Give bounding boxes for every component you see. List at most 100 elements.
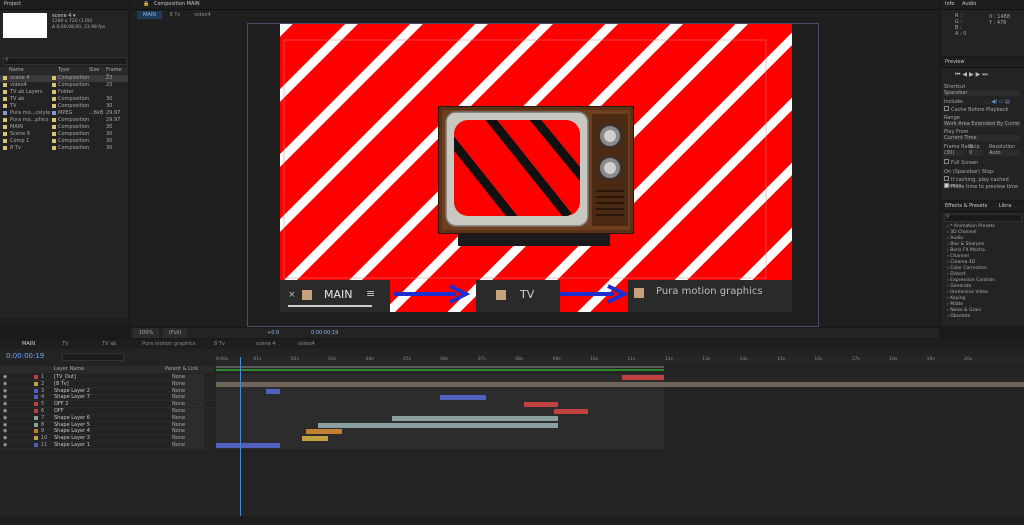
menu-icon[interactable]: ≡ xyxy=(366,287,375,300)
current-time-indicator[interactable] xyxy=(240,357,241,522)
project-item[interactable]: Comp 1 Composition 30 xyxy=(0,138,128,145)
layer-duration-bar[interactable] xyxy=(524,402,558,408)
layer-duration-bar[interactable] xyxy=(318,422,558,428)
effects-category[interactable]: › Immersive Video xyxy=(947,290,988,295)
layer-duration-bar[interactable] xyxy=(302,436,328,442)
layer-name[interactable]: [TV_Out] xyxy=(54,374,76,380)
layer-parent-dropdown[interactable]: None xyxy=(172,442,204,448)
exposure-value[interactable]: +0.0 xyxy=(267,328,279,338)
layer-parent-dropdown[interactable]: None xyxy=(172,401,204,408)
resolution-dropdown-preview[interactable]: Auto xyxy=(989,150,1020,156)
effects-category[interactable]: › Boris FX Mocha xyxy=(947,248,985,253)
eye-icon[interactable]: ◉ xyxy=(3,394,7,400)
timeline-timecode[interactable]: 0:00:00:19 xyxy=(6,352,44,360)
eye-icon[interactable]: ◉ xyxy=(3,408,7,414)
comp-tab-main[interactable]: MAIN xyxy=(137,11,162,19)
layer-parent-dropdown[interactable]: None xyxy=(172,387,204,394)
layer-duration-bar[interactable] xyxy=(306,429,342,435)
project-search[interactable]: ⚲ xyxy=(3,57,127,65)
nav-item-main[interactable]: × MAIN ≡ xyxy=(280,280,390,312)
tab-info[interactable]: Info xyxy=(945,1,954,7)
col-type[interactable]: Type xyxy=(58,67,69,74)
eye-icon[interactable]: ◉ xyxy=(3,415,7,421)
col-layer-name[interactable]: Layer Name xyxy=(54,366,84,373)
layer-duration-bar[interactable] xyxy=(440,395,486,401)
label-color[interactable] xyxy=(34,388,38,393)
effects-category[interactable]: › Expression Controls xyxy=(947,278,995,283)
layer-duration-bar[interactable] xyxy=(622,375,664,380)
project-item[interactable]: TV ab Layers Folder xyxy=(0,89,128,96)
label-color[interactable] xyxy=(34,375,38,379)
nav-item-pura[interactable]: Pura motion graphics xyxy=(628,280,792,312)
layer-name[interactable]: Shape Layer 6 xyxy=(54,415,90,421)
fullscreen-checkbox[interactable]: Full Screen xyxy=(944,159,978,166)
layer-parent-dropdown[interactable]: None xyxy=(172,435,204,442)
project-item[interactable]: Pura mo...cstyle MPEG ...6kB 29.97 xyxy=(0,110,128,117)
effects-category[interactable]: › 3D Channel xyxy=(947,230,976,235)
play-icon[interactable]: ▶ xyxy=(969,71,976,78)
layer-duration-bar[interactable] xyxy=(554,409,588,414)
viewer-timecode[interactable]: 0;00;00;19 xyxy=(311,328,338,338)
effects-category[interactable]: › * Animation Presets xyxy=(947,224,995,229)
tab-audio[interactable]: Audio xyxy=(962,1,976,7)
range-dropdown[interactable]: Work Area Extended By Current... xyxy=(944,121,1020,127)
layer-name[interactable]: Shape Layer 1 xyxy=(54,442,90,448)
col-name[interactable]: Name xyxy=(9,67,24,74)
frame-rate-dropdown[interactable]: (30) xyxy=(944,150,964,156)
layer-parent-dropdown[interactable]: None xyxy=(172,374,204,380)
label-color[interactable] xyxy=(34,443,38,447)
tab-libraries[interactable]: Libra xyxy=(999,203,1011,209)
eye-icon[interactable]: ◉ xyxy=(3,422,7,428)
effects-category[interactable]: › Obsolete xyxy=(947,314,970,319)
shortcut-dropdown[interactable]: Spacebar xyxy=(944,90,1020,96)
zoom-dropdown[interactable]: 100% xyxy=(133,328,160,338)
effects-category[interactable]: › Distort xyxy=(947,272,965,277)
skip-field[interactable]: 0 xyxy=(969,150,983,156)
resolution-dropdown[interactable]: (Full) xyxy=(163,328,188,338)
effects-category[interactable]: › Cinema 4D xyxy=(947,260,975,265)
project-item[interactable]: video4 Composition 23 xyxy=(0,82,128,89)
project-item[interactable]: 8 Tv Composition 30 xyxy=(0,145,128,152)
layer-duration-bar[interactable] xyxy=(266,388,280,394)
effects-category[interactable]: › Color Correction xyxy=(947,266,987,271)
include-icons[interactable]: ⬚ ◀) ▭ ▤ xyxy=(985,99,1010,105)
layer-name[interactable]: Shape Layer 7 xyxy=(54,394,90,400)
work-area-bar[interactable] xyxy=(216,366,664,368)
timeline-tab[interactable]: TV ab xyxy=(96,340,122,349)
effects-category[interactable]: › Keying xyxy=(947,296,965,301)
layer-duration-bar[interactable] xyxy=(216,443,280,448)
timeline-tab[interactable]: 8 Tv xyxy=(208,340,231,349)
label-color[interactable] xyxy=(34,409,38,413)
timeline-tab[interactable]: TV xyxy=(56,340,74,349)
project-item[interactable]: Pura mo...phics Composition 29.97 xyxy=(0,117,128,124)
move-time-checkbox[interactable]: Move time to preview time xyxy=(944,183,1018,190)
eye-icon[interactable]: ◉ xyxy=(3,442,7,448)
col-size[interactable]: Size xyxy=(89,67,99,74)
layer-duration-bar[interactable] xyxy=(392,415,558,421)
effects-category[interactable]: › Noise & Grain xyxy=(947,308,981,313)
layer-parent-dropdown[interactable]: None xyxy=(172,380,204,387)
project-item[interactable]: TV Composition 30 xyxy=(0,103,128,110)
layer-name[interactable]: OFF xyxy=(54,408,64,414)
eye-icon[interactable]: ◉ xyxy=(3,428,7,434)
timeline-search[interactable] xyxy=(62,353,124,361)
label-color[interactable] xyxy=(34,436,38,441)
cache-checkbox[interactable]: Cache Before Playback xyxy=(944,106,1008,113)
layer-parent-dropdown[interactable]: None xyxy=(172,428,204,435)
eye-icon[interactable]: ◉ xyxy=(3,381,7,387)
eye-icon[interactable]: ◉ xyxy=(3,388,7,394)
tab-effects[interactable]: Effects & Presets xyxy=(945,203,987,209)
layer-name[interactable]: Shape Layer 2 xyxy=(54,388,90,394)
timeline-tab[interactable]: MAIN xyxy=(16,340,41,349)
layer-name[interactable]: [8 Tv] xyxy=(54,381,69,387)
label-color[interactable] xyxy=(34,381,38,386)
effects-category[interactable]: › Audio xyxy=(947,236,963,241)
layer-name[interactable]: Shape Layer 5 xyxy=(54,422,90,428)
label-color[interactable] xyxy=(34,395,38,400)
project-item[interactable]: Scene 6 Composition 30 xyxy=(0,131,128,138)
layer-name[interactable]: Shape Layer 3 xyxy=(54,435,90,441)
project-item[interactable]: MAIN Composition 30 xyxy=(0,124,128,131)
nav-item-tv[interactable]: TV xyxy=(476,280,560,312)
eye-icon[interactable]: ◉ xyxy=(3,401,7,407)
layer-name[interactable]: Shape Layer 4 xyxy=(54,428,90,434)
